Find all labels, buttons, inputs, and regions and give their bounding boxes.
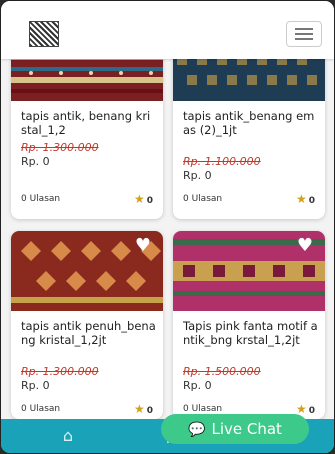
rating-value: 0 <box>308 196 315 206</box>
star-icon: ★ <box>295 192 307 206</box>
header <box>1 1 334 59</box>
rating-value: 0 <box>308 406 315 416</box>
home-icon[interactable]: ⌂ <box>59 427 77 445</box>
price: Rp. 0 <box>21 379 50 392</box>
review-count: 0 Ulasan <box>183 194 223 204</box>
product-image <box>173 59 325 101</box>
chat-bubble-icon: 💬 <box>188 422 206 438</box>
old-price: Rp. 1.300.000 <box>21 141 99 154</box>
old-price: Rp. 1.100.000 <box>183 155 261 168</box>
product-card[interactable]: ♥ Tapis pink fanta motif antik_bng krsta… <box>173 231 325 419</box>
rating: ★ 0 <box>134 402 153 416</box>
product-title[interactable]: tapis antik penuh_benang kristal_1,2jt <box>21 319 156 347</box>
product-title[interactable]: tapis antik_benang emas (2)_1jt <box>183 109 318 137</box>
product-grid: tapis antik, benang kristal_1,2 Rp. 1.30… <box>1 59 334 419</box>
rating: ★ 0 <box>296 192 315 206</box>
product-image <box>11 59 163 101</box>
review-count: 0 Ulasan <box>183 404 223 414</box>
old-price: Rp. 1.300.000 <box>21 365 99 378</box>
rating-value: 0 <box>146 196 153 206</box>
hamburger-icon[interactable] <box>286 21 322 47</box>
product-card[interactable]: ♥ tapis antik penuh_benang kristal_1,2jt… <box>11 231 163 419</box>
review-count: 0 Ulasan <box>21 194 61 204</box>
product-title[interactable]: Tapis pink fanta motif antik_bng krstal_… <box>183 319 318 347</box>
old-price: Rp. 1.500.000 <box>183 365 261 378</box>
star-icon: ★ <box>133 402 145 416</box>
heart-icon[interactable]: ♥ <box>295 237 315 255</box>
product-card[interactable]: tapis antik, benang kristal_1,2 Rp. 1.30… <box>11 59 163 219</box>
product-card[interactable]: tapis antik_benang emas (2)_1jt Rp. 1.10… <box>173 59 325 219</box>
pattern-logo-icon[interactable] <box>29 21 59 47</box>
review-count: 0 Ulasan <box>21 404 61 414</box>
phone-frame: tapis antik, benang kristal_1,2 Rp. 1.30… <box>0 0 335 454</box>
star-icon: ★ <box>133 192 145 206</box>
product-title[interactable]: tapis antik, benang kristal_1,2 <box>21 109 156 137</box>
price: Rp. 0 <box>183 379 212 392</box>
rating-value: 0 <box>146 406 153 416</box>
live-chat-label: Live Chat <box>211 420 282 438</box>
live-chat-button[interactable]: 💬 Live Chat <box>161 414 309 444</box>
heart-icon[interactable]: ♥ <box>133 237 153 255</box>
price: Rp. 0 <box>21 155 50 168</box>
rating: ★ 0 <box>134 192 153 206</box>
price: Rp. 0 <box>183 169 212 182</box>
